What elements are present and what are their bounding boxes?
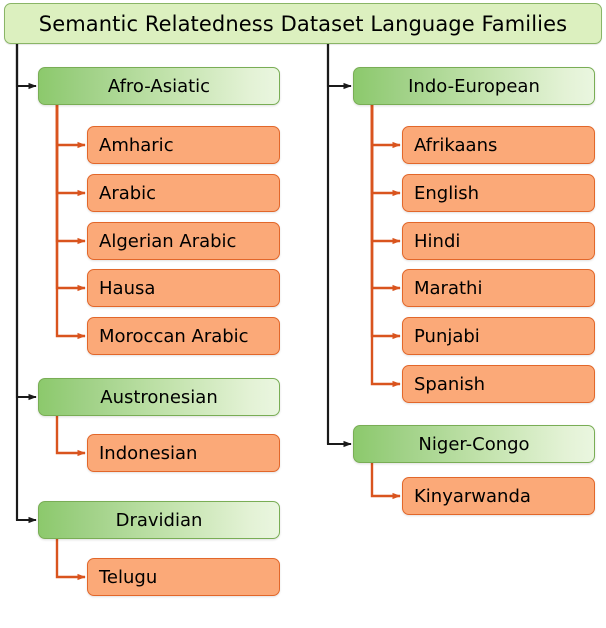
family-node-niger-congo-label: Niger-Congo (418, 433, 530, 455)
language-node-indonesian[interactable]: Indonesian (87, 434, 280, 472)
language-node-english[interactable]: English (402, 174, 595, 212)
language-node-telugu[interactable]: Telugu (87, 558, 280, 596)
language-node-afrikaans[interactable]: Afrikaans (402, 126, 595, 164)
family-node-austronesian[interactable]: Austronesian (38, 378, 280, 416)
family-node-indo-european[interactable]: Indo-European (353, 67, 595, 105)
language-node-telugu-label: Telugu (99, 566, 158, 588)
family-node-niger-congo[interactable]: Niger-Congo (353, 425, 595, 463)
family-node-austronesian-label: Austronesian (100, 386, 218, 408)
language-node-hindi-label: Hindi (414, 230, 461, 252)
language-node-hindi[interactable]: Hindi (402, 222, 595, 260)
language-node-arabic-label: Arabic (99, 182, 157, 204)
language-node-english-label: English (414, 182, 479, 204)
language-node-algerian-arabic-label: Algerian Arabic (99, 230, 237, 252)
language-node-moroccan-arabic-label: Moroccan Arabic (99, 325, 249, 347)
language-node-spanish[interactable]: Spanish (402, 365, 595, 403)
family-node-indo-european-label: Indo-European (408, 75, 540, 97)
language-node-spanish-label: Spanish (414, 373, 486, 395)
language-node-marathi[interactable]: Marathi (402, 269, 595, 307)
language-node-afrikaans-label: Afrikaans (414, 134, 498, 156)
language-node-indonesian-label: Indonesian (99, 442, 198, 464)
language-node-amharic-label: Amharic (99, 134, 174, 156)
language-node-moroccan-arabic[interactable]: Moroccan Arabic (87, 317, 280, 355)
language-node-kinyarwanda[interactable]: Kinyarwanda (402, 477, 595, 515)
language-family-diagram: Semantic Relatedness Dataset Language Fa… (0, 0, 606, 628)
family-node-afro-asiatic[interactable]: Afro-Asiatic (38, 67, 280, 105)
language-node-algerian-arabic[interactable]: Algerian Arabic (87, 222, 280, 260)
page-title: Semantic Relatedness Dataset Language Fa… (4, 3, 602, 44)
language-node-marathi-label: Marathi (414, 277, 483, 299)
family-node-afro-asiatic-label: Afro-Asiatic (107, 75, 211, 97)
language-node-punjabi-label: Punjabi (414, 325, 480, 347)
language-node-hausa-label: Hausa (99, 277, 156, 299)
family-node-dravidian[interactable]: Dravidian (38, 501, 280, 539)
language-node-punjabi[interactable]: Punjabi (402, 317, 595, 355)
language-node-arabic[interactable]: Arabic (87, 174, 280, 212)
family-node-dravidian-label: Dravidian (115, 509, 203, 531)
language-node-kinyarwanda-label: Kinyarwanda (414, 485, 531, 507)
language-node-amharic[interactable]: Amharic (87, 126, 280, 164)
language-node-hausa[interactable]: Hausa (87, 269, 280, 307)
